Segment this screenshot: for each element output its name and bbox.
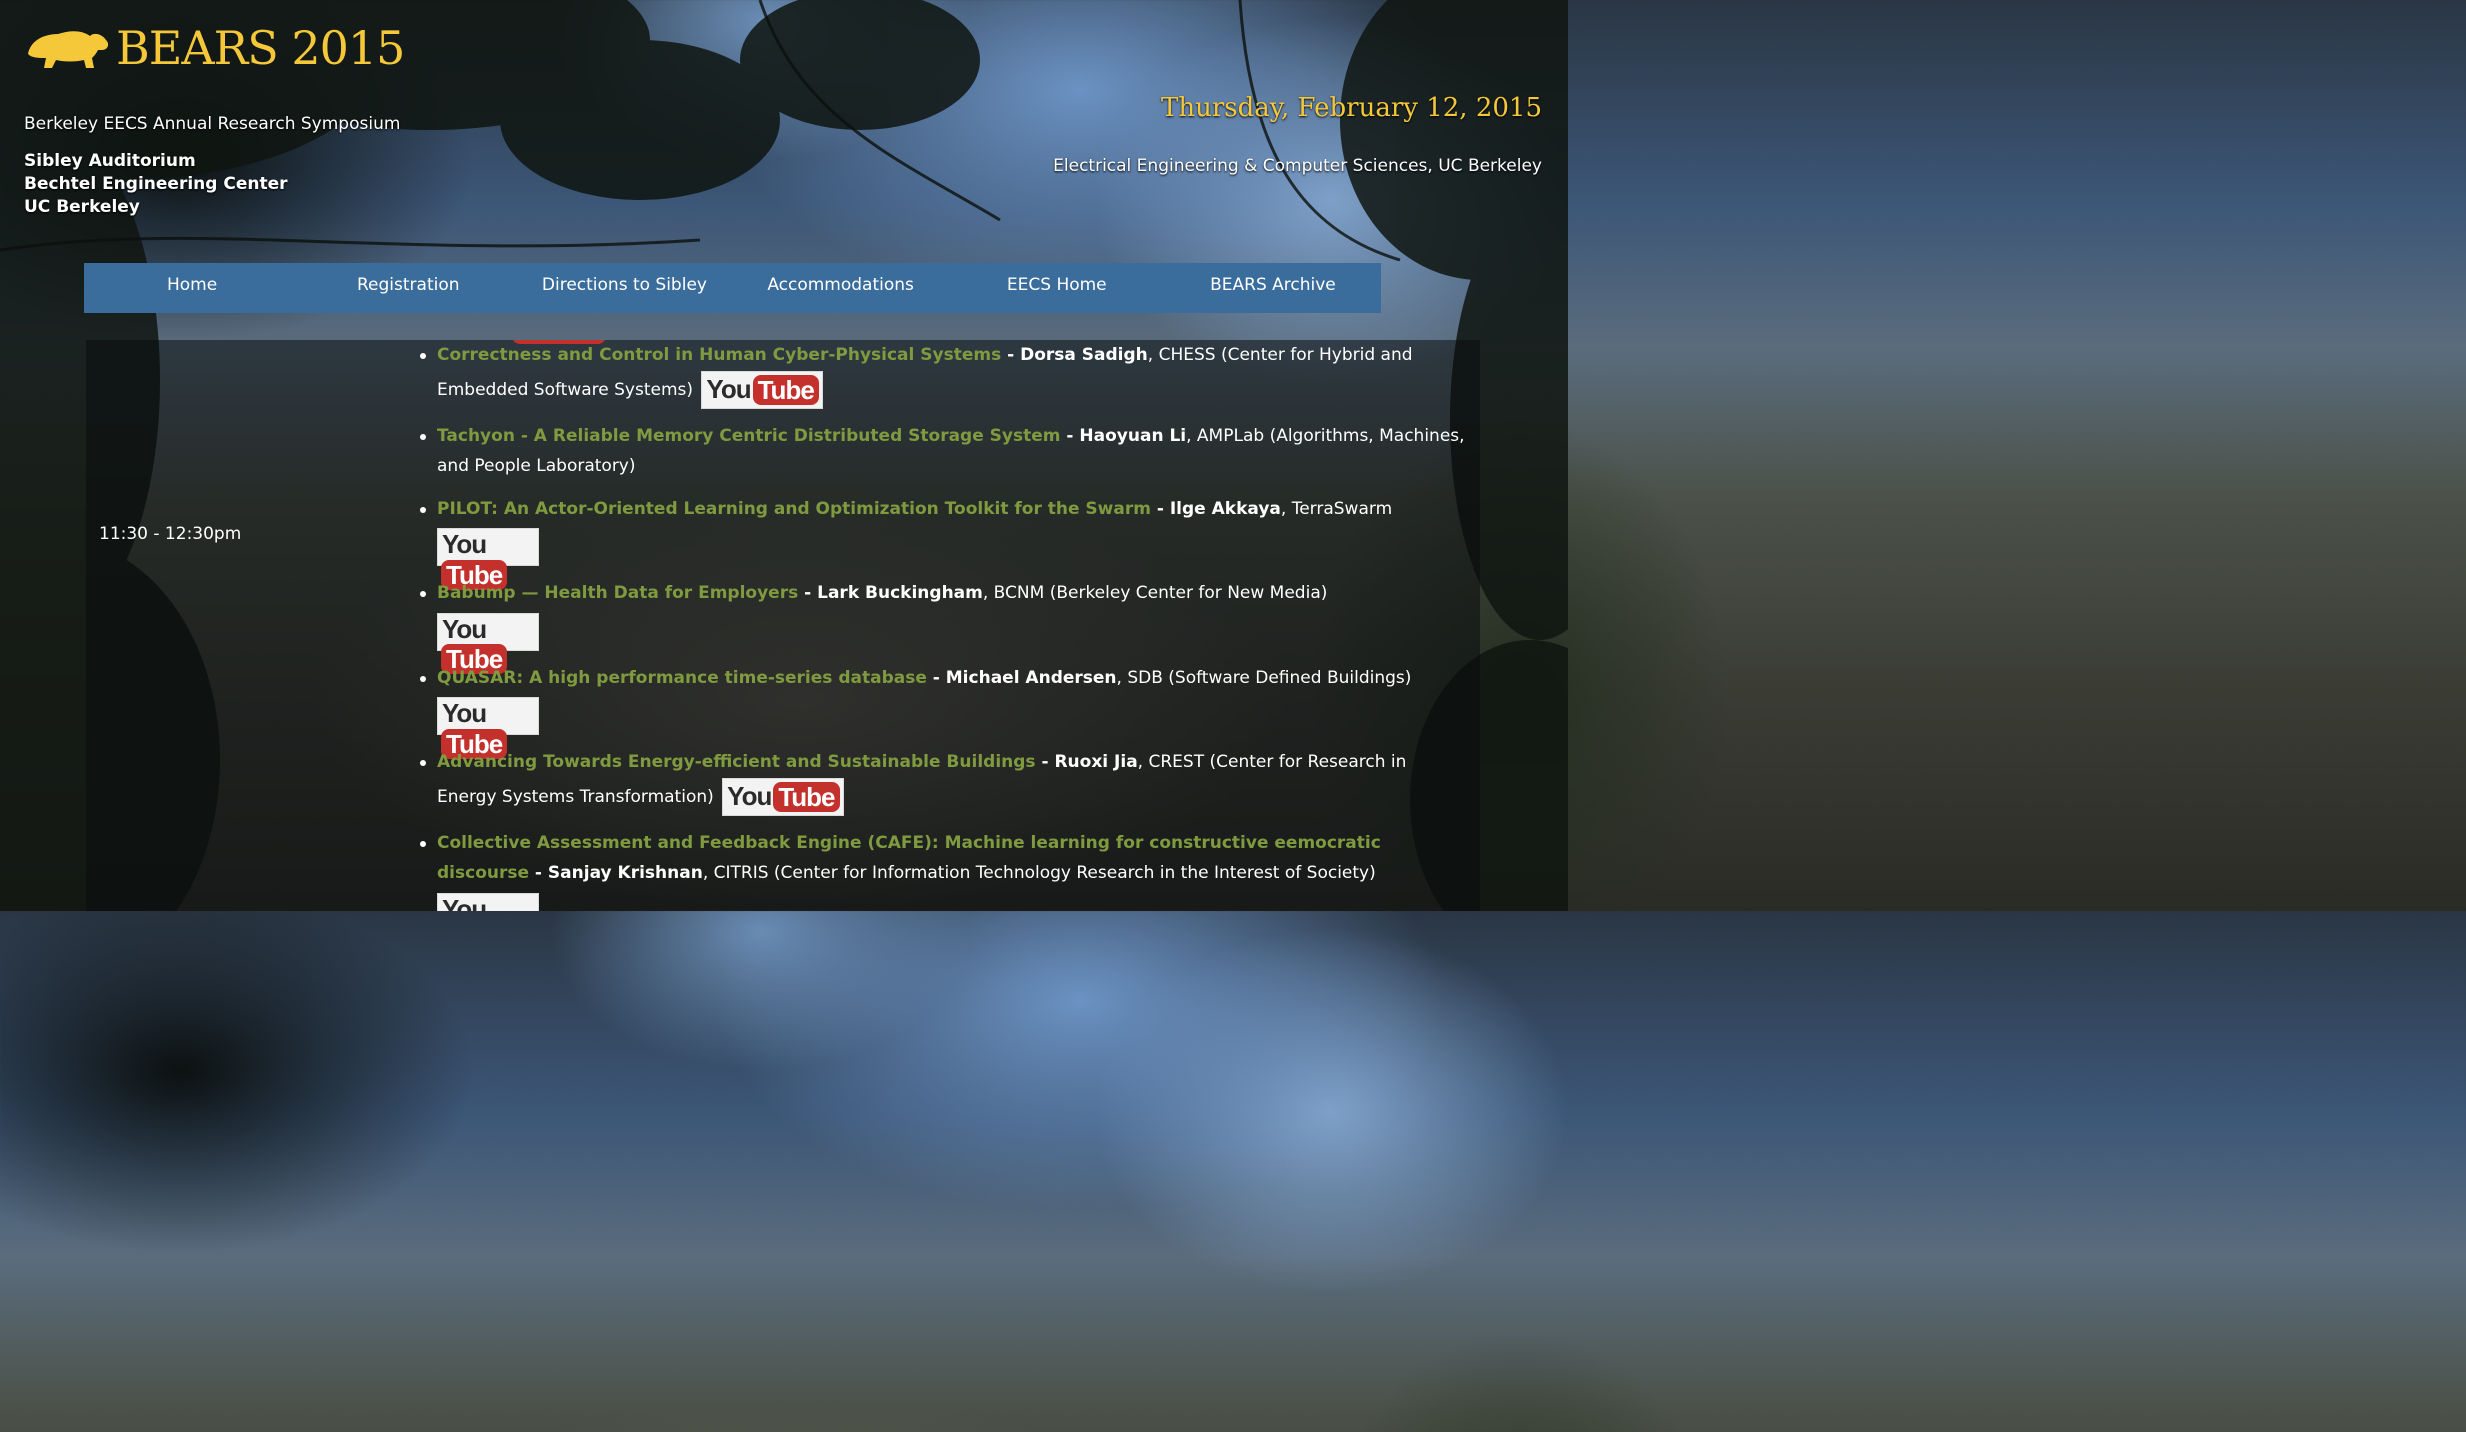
venue-line: Sibley Auditorium <box>24 151 196 171</box>
header-left: BEARS 2015 Berkeley EECS Annual Research… <box>24 24 405 219</box>
youtube-video-button[interactable]: YouTube <box>437 612 539 674</box>
list-item: Babump — Health Data for Employers - Lar… <box>420 578 1466 674</box>
symposium-subtitle: Berkeley EECS Annual Research Symposium <box>24 114 401 134</box>
list-item: Advancing Towards Energy-efficient and S… <box>420 747 1466 816</box>
schedule-panel: 11:30 - 12:30pm Correctness and Control … <box>86 340 1480 911</box>
presenter-name: Sanjay Krishnan <box>547 863 703 883</box>
bear-icon <box>28 31 109 68</box>
venue-address: Sibley Auditorium Bechtel Engineering Ce… <box>24 150 404 219</box>
youtube-label-you: You <box>727 781 772 812</box>
presenter-affiliation: , TerraSwarm <box>1280 498 1393 519</box>
presenter-name: Lark Buckingham <box>817 583 983 603</box>
youtube-video-button[interactable]: YouTube <box>437 892 539 912</box>
nav-bears-archive[interactable]: BEARS Archive <box>1165 263 1381 313</box>
youtube-video-button[interactable]: YouTube <box>437 528 539 590</box>
separator: - <box>1001 345 1021 365</box>
logo[interactable]: BEARS 2015 <box>24 24 405 72</box>
talk-title-link[interactable]: Correctness and Control in Human Cyber-P… <box>437 345 1001 365</box>
talk-title-link[interactable]: QUASAR: A high performance time-series d… <box>437 668 927 688</box>
youtube-label-you: You <box>442 613 487 644</box>
venue-line: UC Berkeley <box>24 197 140 217</box>
department-name: Electrical Engineering & Computer Scienc… <box>1053 156 1542 176</box>
venue-line: Bechtel Engineering Center <box>24 174 288 194</box>
site-title[interactable]: BEARS 2015 <box>116 25 405 71</box>
presenter-affiliation: , SDB (Software Defined Buildings) <box>1116 667 1412 688</box>
separator: - <box>1035 752 1055 772</box>
youtube-label-you: You <box>442 698 487 728</box>
youtube-video-button[interactable]: YouTube <box>722 777 844 816</box>
talk-title-link[interactable]: Advancing Towards Energy-efficient and S… <box>437 752 1036 772</box>
youtube-video-button[interactable]: YouTube <box>701 370 823 409</box>
nav-accommodations[interactable]: Accommodations <box>733 263 949 313</box>
presenter-name: Michael Andersen <box>945 667 1117 688</box>
youtube-label-you: You <box>706 374 751 405</box>
presenter-name: Ilge Akkaya <box>1169 498 1281 519</box>
list-item: Tachyon - A Reliable Memory Centric Dist… <box>420 421 1466 482</box>
presenter-name: Haoyuan Li <box>1079 425 1187 446</box>
main-nav: Home Registration Directions to Sibley A… <box>84 263 1381 313</box>
nav-home[interactable]: Home <box>84 263 300 313</box>
list-item: Correctness and Control in Human Cyber-P… <box>420 340 1466 409</box>
youtube-label-tube: Tube <box>752 374 819 405</box>
list-item: Collective Assessment and Feedback Engin… <box>420 828 1466 912</box>
presenter-affiliation: , BCNM (Berkeley Center for New Media) <box>982 583 1328 603</box>
presenter-affiliation: , CITRIS (Center for Information Technol… <box>702 863 1376 883</box>
list-item: PILOT: An Actor-Oriented Learning and Op… <box>420 494 1466 590</box>
presenter-name: Ruoxi Jia <box>1054 752 1138 772</box>
nav-registration[interactable]: Registration <box>300 263 516 313</box>
nav-eecs-home[interactable]: EECS Home <box>949 263 1165 313</box>
separator: - <box>1060 425 1080 446</box>
separator: - <box>529 863 548 883</box>
list-item: QUASAR: A high performance time-series d… <box>420 663 1466 759</box>
separator: - <box>1150 498 1170 519</box>
youtube-video-button[interactable]: YouTube <box>437 697 539 759</box>
nav-directions[interactable]: Directions to Sibley <box>516 263 732 313</box>
youtube-label-you: You <box>442 893 487 912</box>
talk-title-link[interactable]: Babump — Health Data for Employers <box>437 583 798 603</box>
event-date: Thursday, February 12, 2015 <box>1161 93 1542 123</box>
youtube-label-tube: Tube <box>773 781 840 812</box>
talk-list: Correctness and Control in Human Cyber-P… <box>420 340 1466 911</box>
presenter-name: Dorsa Sadigh <box>1020 345 1148 365</box>
talk-title-link[interactable]: PILOT: An Actor-Oriented Learning and Op… <box>437 499 1151 519</box>
youtube-label-you: You <box>442 529 487 559</box>
session-time: 11:30 - 12:30pm <box>99 524 242 544</box>
separator: - <box>926 667 946 688</box>
talk-title-link[interactable]: Tachyon - A Reliable Memory Centric Dist… <box>437 426 1061 446</box>
separator: - <box>798 583 818 603</box>
